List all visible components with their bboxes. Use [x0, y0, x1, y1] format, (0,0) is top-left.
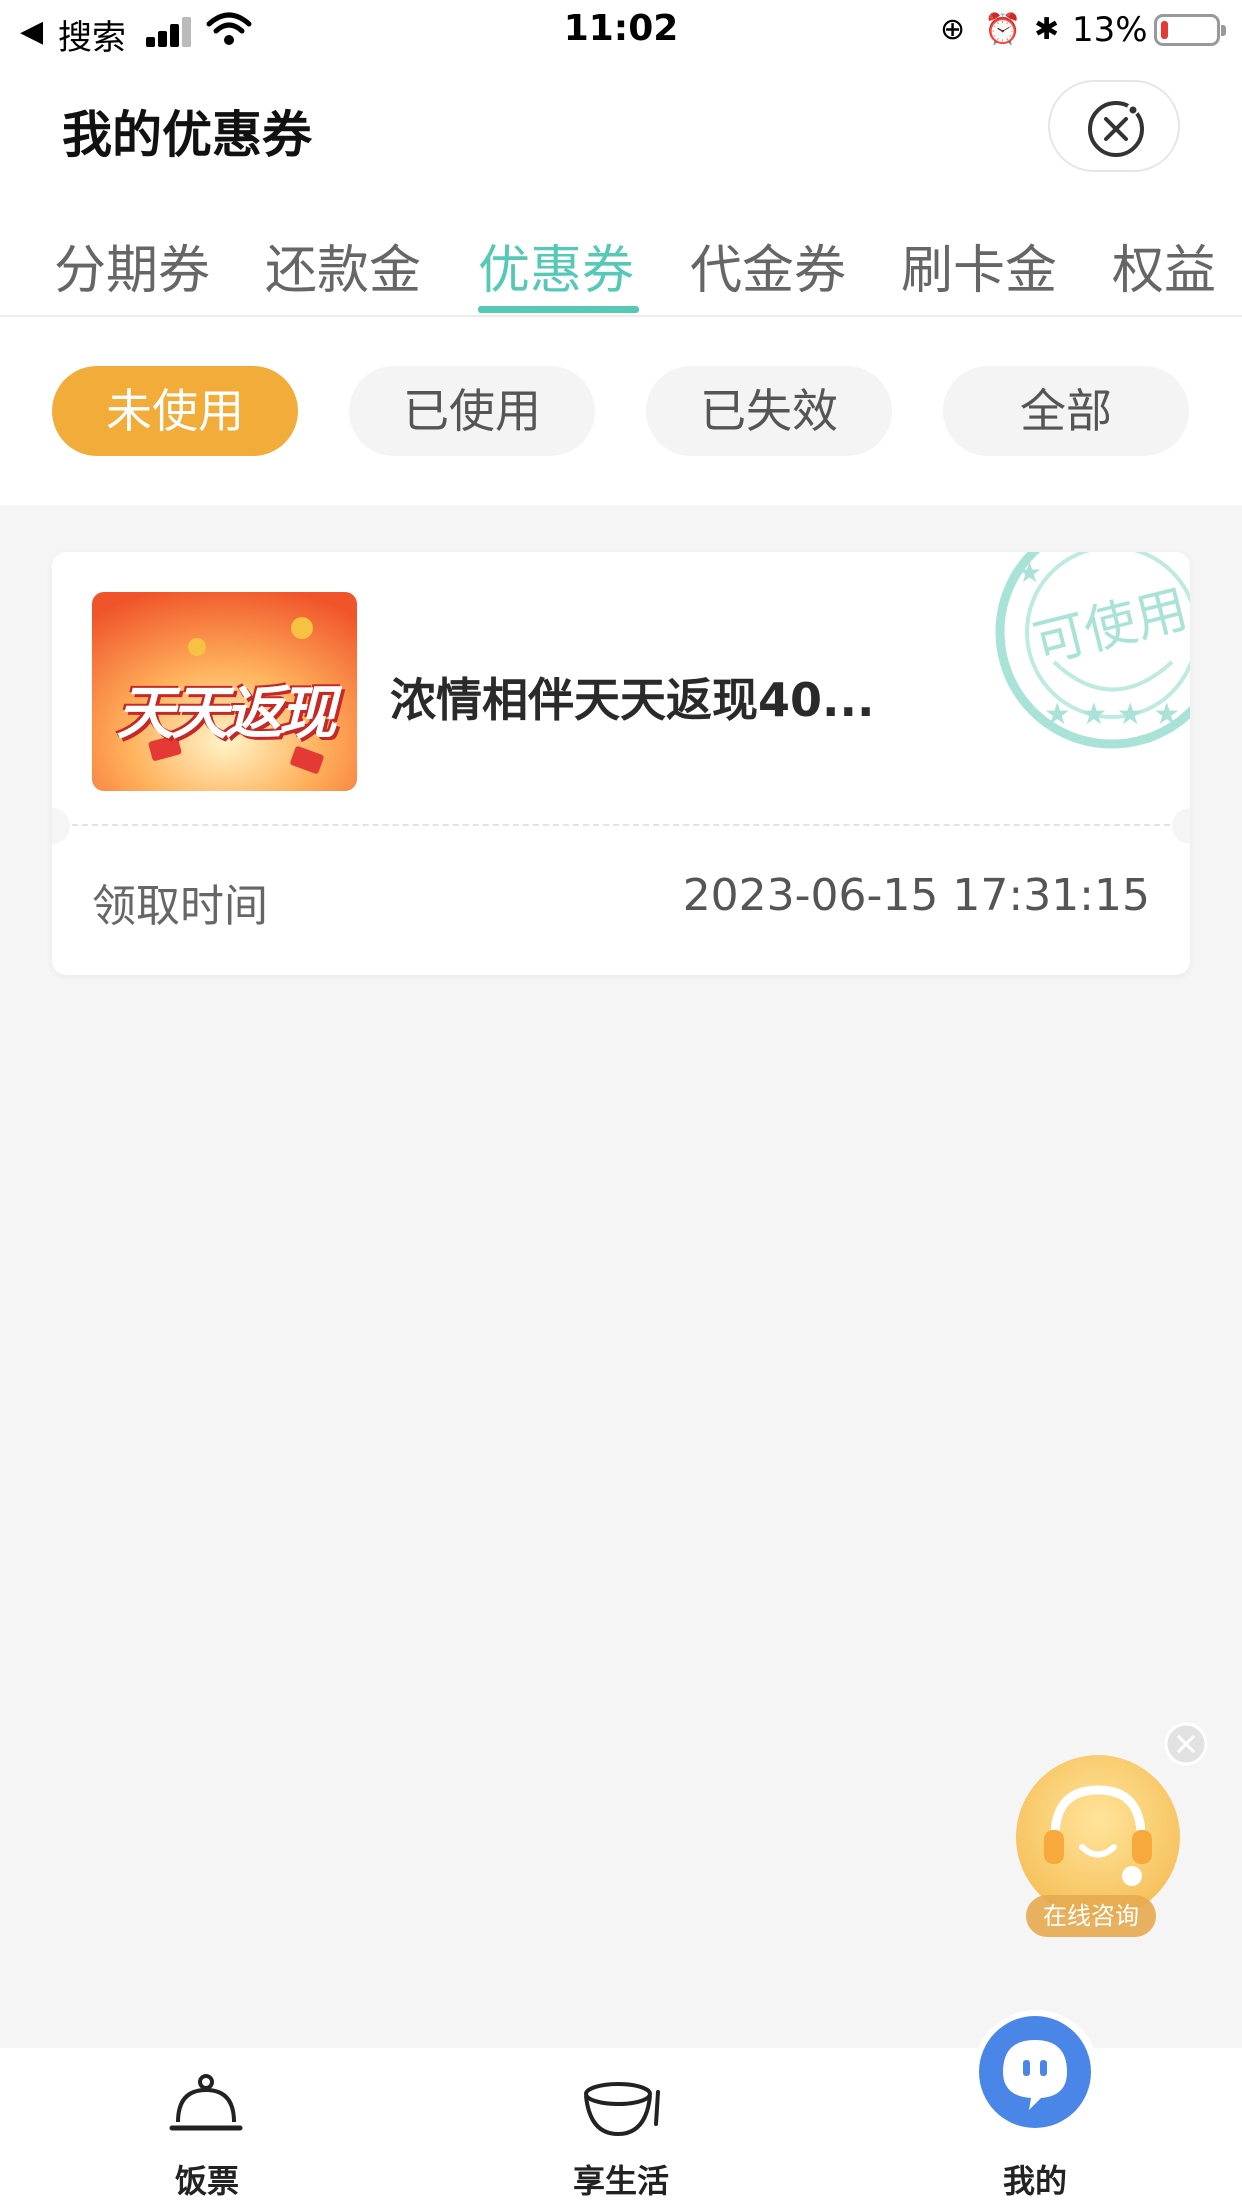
page: ◀ 搜索 11:02 ⊕ ⏰ ✱ 13% 我的优惠券 分期券 还款金 优惠券 代…: [0, 0, 1242, 2208]
page-title: 我的优惠券: [62, 106, 312, 164]
nav-mine[interactable]: 我的: [828, 2016, 1242, 2208]
nav-meal-ticket-label: 饭票: [174, 2162, 239, 2200]
battery-percent: 13%: [1072, 10, 1148, 50]
svg-text:★: ★: [1017, 556, 1042, 589]
coupon-card[interactable]: 天天返现 浓情相伴天天返现40... ★ ★ ★ ★ ★ 可使用 领取时间 20…: [52, 552, 1190, 975]
nav-mine-label: 我的: [1002, 2162, 1067, 2200]
consult-label: 在线咨询: [1026, 1895, 1156, 1937]
svg-text:★ ★ ★ ★: ★ ★ ★ ★: [1044, 697, 1180, 732]
bluetooth-icon: ✱: [1034, 12, 1060, 47]
coupon-thumbnail: 天天返现: [92, 592, 357, 791]
battery-icon: [1154, 14, 1226, 46]
category-tabs: 分期券 还款金 优惠券 代金券 刷卡金 权益: [0, 200, 1242, 316]
card-notch-left: [52, 808, 70, 844]
alarm-icon: ⏰: [984, 12, 1022, 47]
active-tab-indicator: [478, 306, 639, 313]
available-stamp: ★ ★ ★ ★ ★ 可使用: [995, 552, 1190, 749]
tab-discount-coupon[interactable]: 优惠券: [478, 228, 634, 303]
tab-card-credit[interactable]: 刷卡金: [901, 228, 1057, 303]
coupon-name: 浓情相伴天天返现40...: [390, 673, 875, 727]
close-circle-icon: [1088, 101, 1144, 157]
battery-level: [1161, 21, 1168, 39]
nav-enjoy-life[interactable]: 享生活: [414, 2048, 828, 2208]
tabs-divider: [0, 315, 1242, 317]
filter-expired[interactable]: 已失效: [646, 366, 892, 456]
cloche-icon: [169, 2074, 243, 2131]
card-divider: [72, 824, 1170, 826]
bottom-nav: 饭票 享生活 我的: [0, 2016, 1242, 2208]
bowl-icon: [584, 2082, 660, 2137]
nav-enjoy-life-label: 享生活: [572, 2162, 669, 2200]
filter-unused[interactable]: 未使用: [52, 366, 298, 456]
orientation-lock-icon: ⊕: [940, 12, 966, 47]
receive-time-value: 2023-06-15 17:31:15: [682, 870, 1150, 921]
tab-installment-coupon[interactable]: 分期券: [54, 228, 210, 303]
coupon-thumbnail-text: 天天返现: [116, 679, 336, 747]
online-consult-button[interactable]: 在线咨询: [1010, 1752, 1180, 1942]
tab-repayment-credit[interactable]: 还款金: [265, 228, 421, 303]
receive-time-label: 领取时间: [92, 881, 268, 932]
card-notch-right: [1172, 808, 1190, 844]
nav-meal-ticket[interactable]: 饭票: [0, 2048, 414, 2208]
tab-benefits[interactable]: 权益: [1112, 228, 1216, 303]
mascot-icon: [979, 2016, 1091, 2128]
stamp-text: 可使用: [1028, 579, 1190, 675]
filter-used[interactable]: 已使用: [349, 366, 595, 456]
tab-voucher[interactable]: 代金券: [690, 228, 846, 303]
close-button[interactable]: [1048, 80, 1180, 172]
status-bar: ◀ 搜索 11:02 ⊕ ⏰ ✱ 13%: [0, 0, 1242, 62]
filter-all[interactable]: 全部: [943, 366, 1189, 456]
